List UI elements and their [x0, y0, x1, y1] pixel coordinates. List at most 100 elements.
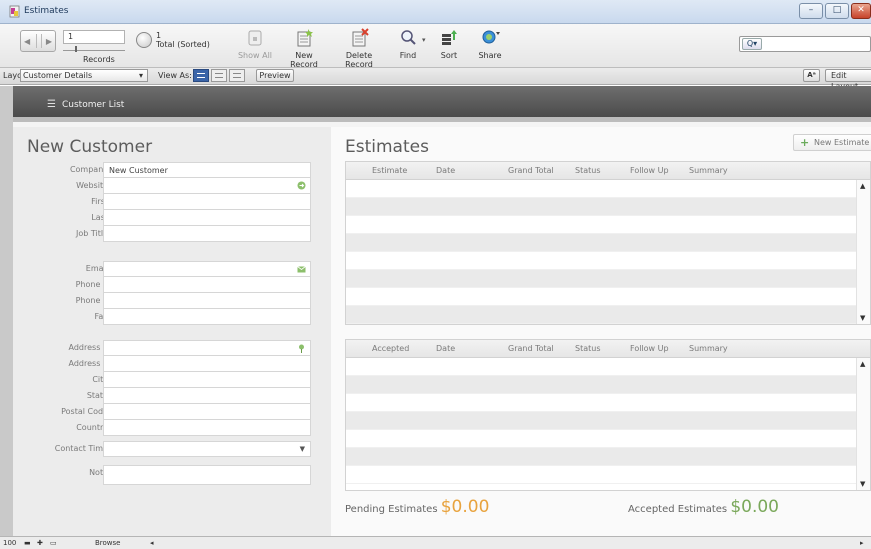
zoom-out-icon[interactable]: ▬ [24, 539, 31, 547]
scroll-up-icon[interactable]: ▲ [860, 360, 865, 368]
delete-record-icon [352, 28, 369, 47]
first-name-field[interactable] [103, 194, 311, 210]
phone-1-field[interactable] [103, 277, 311, 293]
zoom-level[interactable]: 100 [3, 539, 16, 547]
email-field[interactable] [103, 261, 311, 277]
accepted-estimates-portal[interactable]: Accepted Date Grand Total Status Follow … [345, 339, 871, 491]
postal-code-field[interactable] [103, 404, 311, 420]
scroll-left-icon[interactable]: ◂ [150, 539, 154, 547]
field-row-fax: Fax [13, 309, 331, 325]
scroll-down-icon[interactable]: ▼ [860, 480, 865, 488]
city-field[interactable] [103, 372, 311, 388]
pending-total: Pending Estimates $0.00 [345, 497, 489, 517]
new-record-icon [297, 29, 313, 47]
portal-row[interactable] [346, 198, 870, 216]
field-row-website: Website [13, 178, 331, 194]
view-as-list-button[interactable] [211, 69, 227, 82]
web-link-icon[interactable] [297, 181, 306, 190]
portal-row[interactable] [346, 394, 870, 412]
record-book-navigator[interactable]: ◀ ▶ [20, 30, 56, 52]
next-record-icon[interactable]: ▶ [46, 37, 52, 46]
record-slider-knob[interactable] [75, 46, 77, 52]
customer-title: New Customer [27, 137, 153, 157]
share-button[interactable]: Share [474, 28, 506, 60]
address-1-field[interactable] [103, 340, 311, 356]
address-2-field[interactable] [103, 356, 311, 372]
field-row-phone-1: Phone 1 [13, 277, 331, 293]
column-header: Grand Total [508, 344, 554, 353]
search-icon[interactable]: Q▾ [742, 38, 762, 50]
column-header: Status [575, 344, 601, 353]
view-as-table-button[interactable] [229, 69, 245, 82]
contact-time-select[interactable]: ▼ [103, 441, 311, 457]
scroll-up-icon[interactable]: ▲ [860, 182, 865, 190]
layout-select[interactable]: Customer Details ▾ [20, 69, 148, 82]
fax-field[interactable] [103, 309, 311, 325]
new-estimate-label: New Estimate [814, 138, 870, 147]
portal-header: Accepted Date Grand Total Status Follow … [346, 340, 870, 358]
edit-layout-button[interactable]: Edit Layout [825, 69, 871, 91]
field-row-state: State [13, 388, 331, 404]
portal-row[interactable] [346, 466, 870, 484]
show-all-button[interactable]: Show All [237, 28, 273, 60]
field-label: Contact Time [54, 444, 108, 453]
zoom-in-icon[interactable]: ✚ [37, 539, 43, 547]
note-field[interactable] [103, 465, 311, 485]
view-as-form-button[interactable] [193, 69, 209, 82]
portal-row[interactable] [346, 306, 870, 324]
status-toolbar: ◀ ▶ 1 Records 1 Total (Sorted) Show All … [0, 24, 871, 69]
find-menu-chevron-icon[interactable]: ▾ [422, 36, 426, 44]
last-name-field[interactable] [103, 210, 311, 226]
chevron-down-icon: ▼ [299, 445, 305, 453]
find-button[interactable]: Find [392, 28, 424, 60]
envelope-icon[interactable] [297, 265, 306, 274]
found-count: 1 [156, 31, 162, 40]
portal-row[interactable] [346, 412, 870, 430]
new-record-button[interactable]: New Record [281, 28, 327, 69]
quick-find-search[interactable]: Q▾ [739, 36, 871, 52]
formatting-bar-button[interactable]: Aᵃ [803, 69, 820, 82]
customer-list-link[interactable]: Customer List [62, 100, 124, 110]
portal-row[interactable] [346, 180, 870, 198]
record-slider[interactable] [63, 46, 125, 52]
portal-row[interactable] [346, 448, 870, 466]
close-button[interactable]: ✕ [851, 3, 871, 19]
maximize-button[interactable]: □ [825, 3, 849, 19]
show-all-label: Show All [237, 51, 273, 60]
new-estimate-button[interactable]: + New Estimate [793, 134, 871, 151]
website-field[interactable] [103, 178, 311, 194]
minimize-button[interactable]: – [799, 3, 823, 19]
chevron-down-icon: ▾ [138, 71, 143, 80]
portal-row[interactable] [346, 376, 870, 394]
sort-button[interactable]: Sort [434, 28, 464, 60]
portal-row[interactable] [346, 430, 870, 448]
portal-row[interactable] [346, 252, 870, 270]
pending-total-label: Pending Estimates [345, 504, 438, 515]
portal-row[interactable] [346, 234, 870, 252]
portal-row[interactable] [346, 288, 870, 306]
portal-scrollbar[interactable]: ▲ ▼ [856, 358, 870, 490]
current-record-input[interactable]: 1 [63, 30, 125, 44]
previous-record-icon[interactable]: ◀ [24, 37, 30, 46]
state-field[interactable] [103, 388, 311, 404]
scroll-down-icon[interactable]: ▼ [860, 314, 865, 322]
portal-row[interactable] [346, 270, 870, 288]
portal-row[interactable] [346, 358, 870, 376]
phone-2-field[interactable] [103, 293, 311, 309]
portal-scrollbar[interactable]: ▲ ▼ [856, 180, 870, 324]
list-icon[interactable]: ☰ [47, 99, 56, 110]
portal-row[interactable] [346, 216, 870, 234]
scroll-right-icon[interactable]: ▸ [860, 539, 864, 547]
field-row-email: Email [13, 261, 331, 277]
customer-details-panel: New Customer Company New Customer Websit… [13, 127, 331, 536]
pending-estimates-portal[interactable]: Estimate Date Grand Total Status Follow … [345, 161, 871, 325]
preview-button[interactable]: Preview [256, 69, 294, 82]
map-pin-icon[interactable] [297, 344, 306, 353]
delete-record-label: Delete Record [345, 51, 373, 69]
delete-record-button[interactable]: Delete Record [331, 28, 387, 69]
mode-label[interactable]: Browse [95, 539, 121, 547]
company-field[interactable]: New Customer [103, 162, 311, 178]
country-field[interactable] [103, 420, 311, 436]
job-title-field[interactable] [103, 226, 311, 242]
toolbar-toggle-icon[interactable]: ▭ [50, 539, 57, 547]
